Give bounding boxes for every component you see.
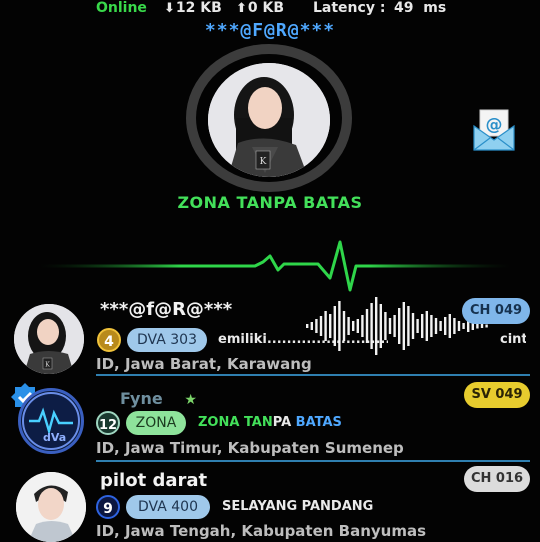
room-title: ZONA TANPA BATAS bbox=[177, 193, 363, 212]
waveform-bar bbox=[329, 314, 332, 338]
waveform-bar bbox=[388, 318, 392, 334]
waveform-bar bbox=[333, 306, 336, 346]
waveform-bar bbox=[365, 309, 369, 343]
level-value: 12 bbox=[98, 418, 118, 433]
waveform-bar bbox=[375, 297, 378, 355]
online-status: Online bbox=[96, 0, 147, 16]
arrow-up-icon: ⬆ bbox=[236, 1, 247, 16]
waveform-bar bbox=[319, 316, 323, 336]
avatar-logo: dVa bbox=[22, 392, 80, 450]
waveform-bar bbox=[407, 306, 410, 346]
user-location: ID, Jawa Tengah, Kabupaten Banyumas bbox=[96, 522, 427, 540]
waveform-bar bbox=[398, 308, 401, 344]
status-bar: Online ⬇12 KB ⬆0 KB Latency : 49 ms bbox=[0, 0, 540, 20]
waveform-bar bbox=[306, 324, 309, 328]
waveform-bar bbox=[421, 314, 424, 338]
waveform-bar bbox=[434, 318, 438, 334]
waveform-bar bbox=[425, 311, 428, 341]
waveform-bar bbox=[448, 314, 451, 338]
level-value: 4 bbox=[104, 334, 114, 350]
row-divider bbox=[96, 460, 530, 462]
svg-text:dVa: dVa bbox=[43, 431, 66, 444]
channel-badge[interactable]: CH 049 bbox=[462, 298, 530, 324]
upload-value: 0 KB bbox=[247, 0, 285, 16]
message-part: PA bbox=[272, 415, 292, 430]
waveform-bar bbox=[379, 304, 382, 348]
waveform-bar bbox=[393, 315, 396, 337]
waveform-bar bbox=[361, 315, 364, 337]
upload-rate: ⬆0 KB bbox=[236, 0, 284, 16]
waveform-bar bbox=[444, 317, 447, 335]
download-value: 12 KB bbox=[175, 0, 222, 16]
user-name[interactable]: ***@f@R@*** bbox=[100, 299, 232, 320]
level-value: 9 bbox=[103, 501, 113, 517]
svg-text:@: @ bbox=[486, 115, 503, 135]
waveform-bar bbox=[402, 302, 405, 350]
waveform-bar bbox=[462, 323, 465, 329]
latency-value: 49 ms bbox=[394, 0, 447, 16]
waveform-bar bbox=[324, 311, 327, 341]
svg-text:K: K bbox=[260, 157, 267, 167]
waveform-bar bbox=[352, 321, 355, 331]
waveform-bar bbox=[347, 317, 350, 335]
waveform-bar bbox=[430, 315, 433, 337]
message-part: ZONA TAN bbox=[198, 415, 273, 430]
waveform-bar bbox=[457, 321, 461, 331]
channel-badge[interactable]: SV 049 bbox=[464, 382, 530, 408]
heartbeat-line-icon bbox=[40, 240, 510, 292]
svg-text:K: K bbox=[45, 362, 50, 369]
user-name[interactable]: pilot darat bbox=[100, 470, 207, 491]
level-badge: 4 bbox=[97, 328, 121, 352]
download-rate: ⬇12 KB bbox=[164, 0, 222, 16]
waveform-bar bbox=[439, 321, 442, 331]
row-divider bbox=[96, 374, 530, 376]
user-message: SELAYANG PANDANG bbox=[222, 499, 374, 514]
room-avatar[interactable]: K bbox=[208, 63, 330, 177]
email-envelope-icon[interactable]: @ bbox=[472, 108, 516, 152]
user-avatar[interactable] bbox=[16, 472, 86, 542]
waveform-bar bbox=[342, 311, 346, 341]
message-part: BATAS bbox=[291, 415, 342, 430]
waveform-bar bbox=[338, 301, 341, 351]
waveform-bar bbox=[310, 322, 313, 330]
waveform-bar bbox=[356, 319, 359, 333]
channel-badge[interactable]: CH 016 bbox=[464, 466, 530, 492]
user-avatar[interactable]: dVa bbox=[18, 388, 84, 454]
user-message: ZONA TANPA BATAS bbox=[198, 415, 342, 430]
user-name-decor[interactable]: Fyne ★ bbox=[100, 389, 210, 413]
avatar-portrait bbox=[16, 472, 86, 542]
waveform-bar bbox=[411, 313, 415, 339]
waveform-bar bbox=[370, 303, 373, 349]
user-avatar[interactable]: K bbox=[14, 304, 84, 374]
waveform-bar bbox=[480, 324, 484, 328]
user-name: Fyne bbox=[120, 389, 163, 408]
level-badge: 12 bbox=[96, 411, 120, 435]
avatar-portrait: K bbox=[14, 304, 84, 374]
user-tag: DVA 400 bbox=[126, 495, 210, 519]
waveform-bar bbox=[476, 323, 479, 329]
user-message-tail: cinta bbox=[500, 332, 526, 347]
level-badge: 9 bbox=[96, 495, 120, 519]
star-icon: ★ bbox=[184, 392, 197, 408]
arrow-down-icon: ⬇ bbox=[164, 1, 175, 16]
waveform-bar bbox=[416, 319, 419, 333]
waveform-bar bbox=[315, 319, 318, 333]
user-location: ID, Jawa Barat, Karawang bbox=[96, 355, 312, 373]
waveform-bar bbox=[453, 318, 456, 334]
latency-label: Latency : bbox=[313, 0, 386, 16]
avatar-portrait: K bbox=[208, 63, 330, 177]
user-tag: DVA 303 bbox=[127, 328, 207, 352]
waveform-bar bbox=[485, 324, 488, 328]
user-location: ID, Jawa Timur, Kabupaten Sumenep bbox=[96, 439, 404, 457]
brand-title: ***@F@R@*** bbox=[204, 20, 336, 41]
waveform-bar bbox=[384, 312, 387, 340]
user-tag: ZONA bbox=[126, 411, 186, 435]
